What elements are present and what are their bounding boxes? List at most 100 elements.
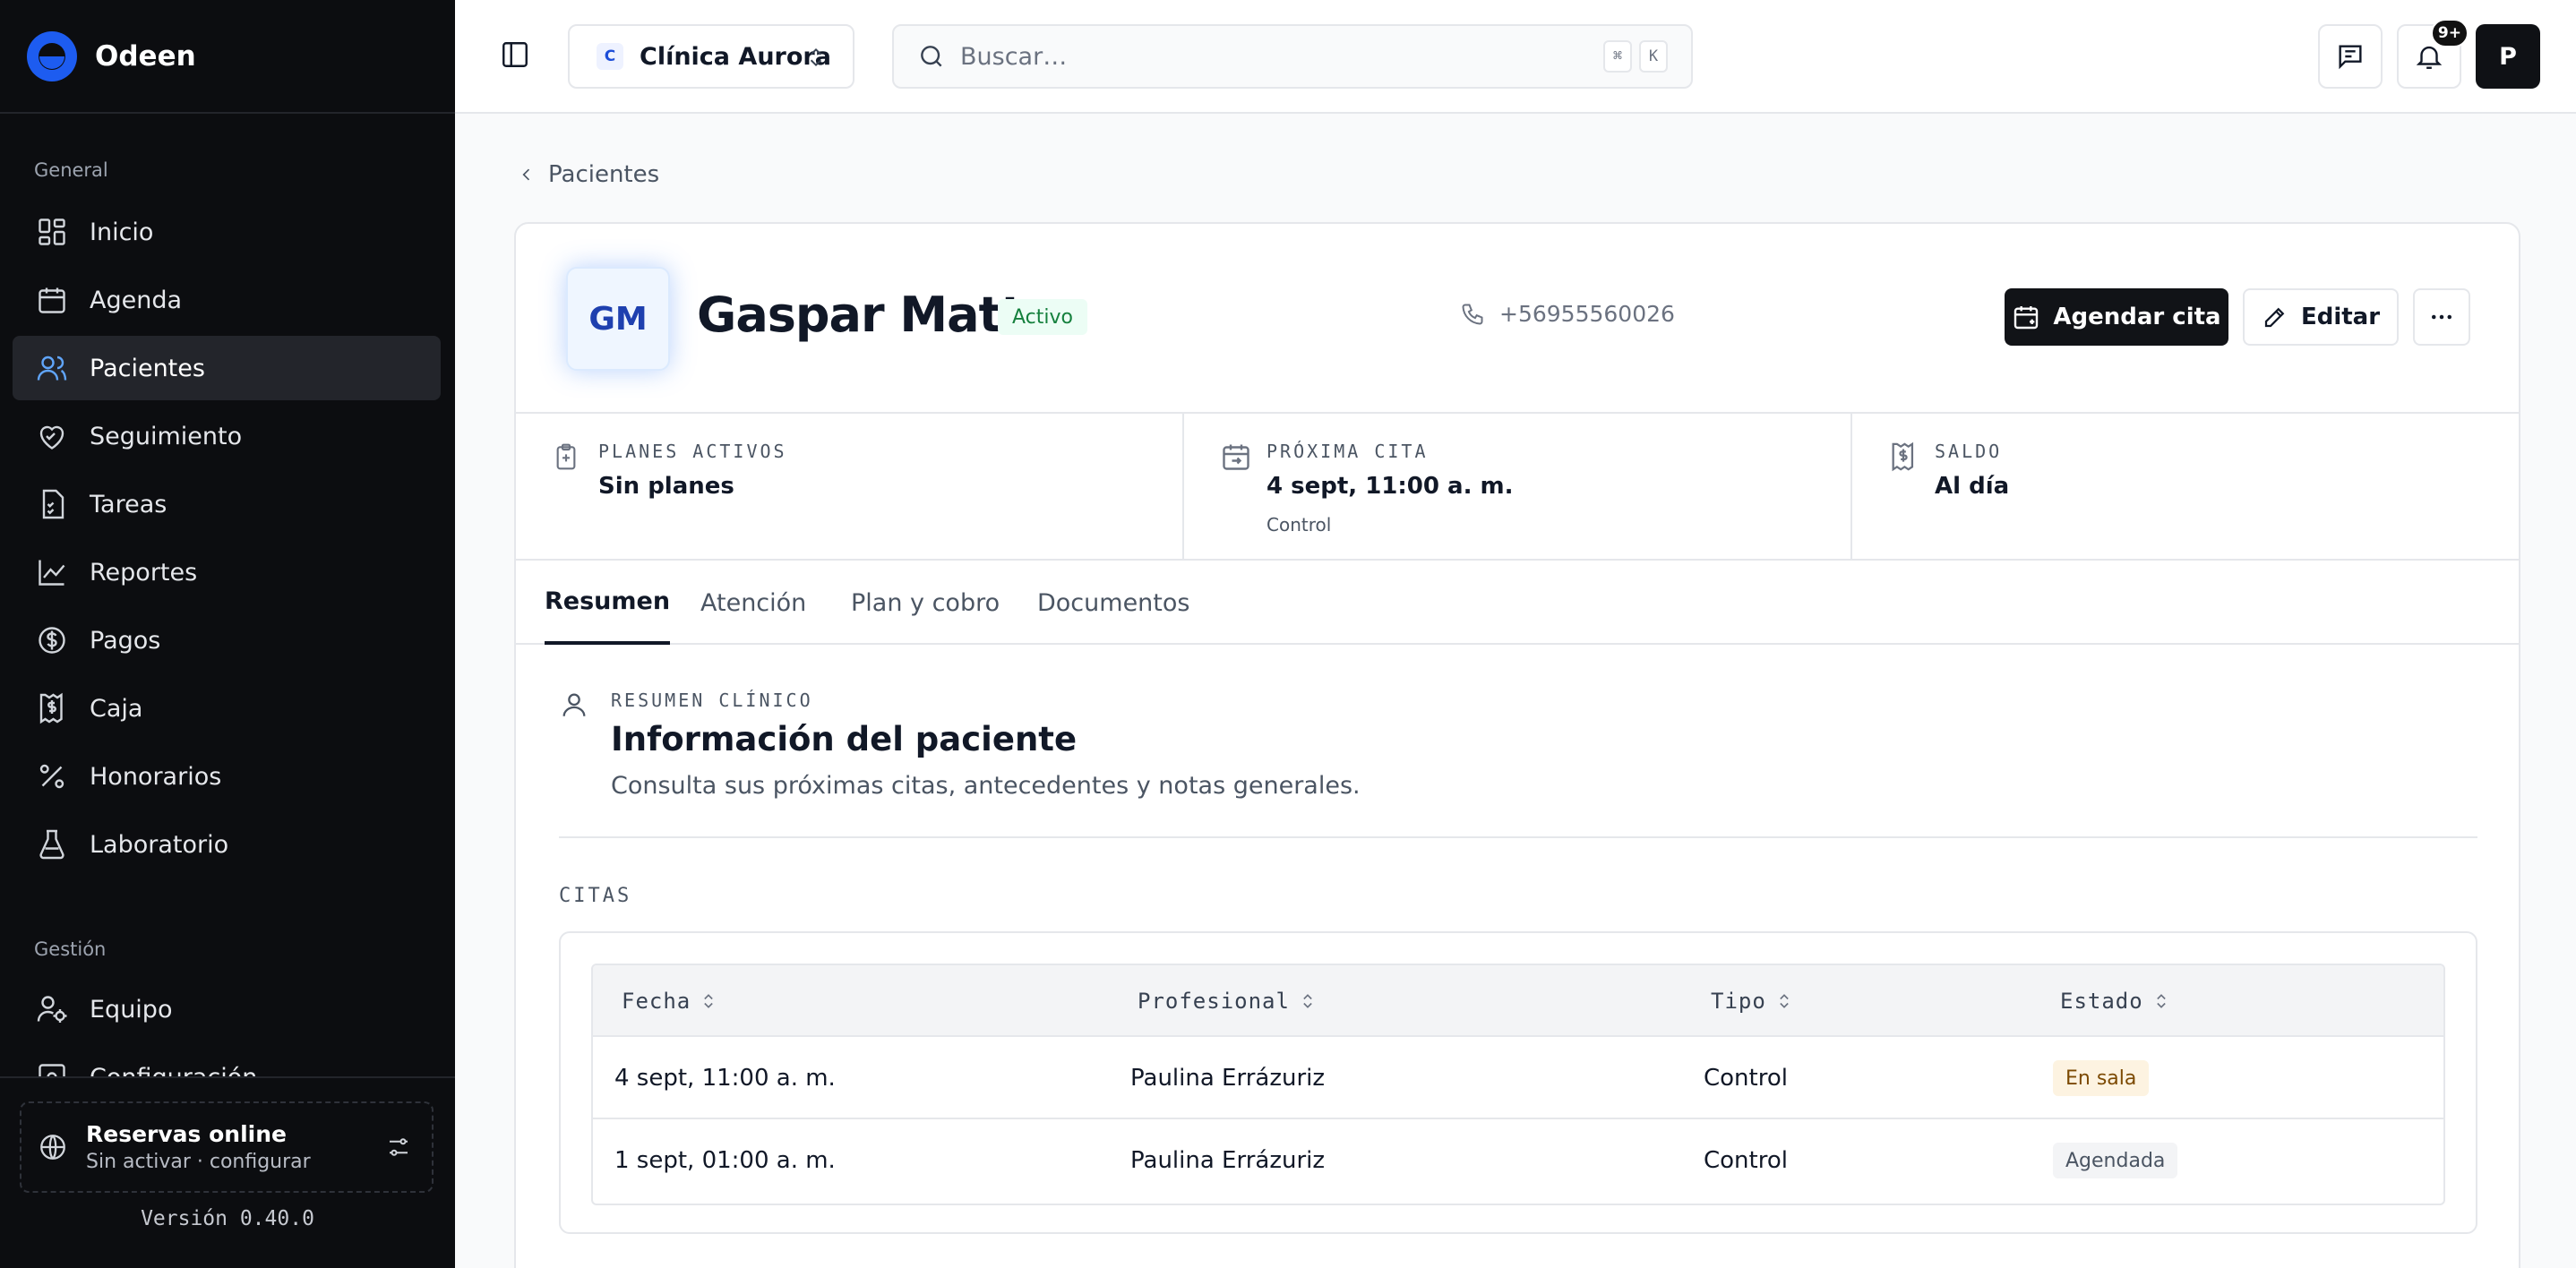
column-label: Profesional [1138, 989, 1290, 1014]
nav-section-gestion: Gestión [34, 938, 107, 960]
percent-icon [36, 760, 68, 792]
sidebar-item-tareas[interactable]: Tareas [13, 472, 441, 536]
notifications-button[interactable]: 9+ [2397, 19, 2469, 89]
cell-fecha: 1 sept, 01:00 a. m. [614, 1147, 836, 1174]
calendar-plus-icon [2014, 306, 2039, 330]
column-header-profesional[interactable]: Profesional [1138, 965, 1317, 1037]
sidebar-item-label: Pacientes [90, 354, 205, 382]
app-version: Versión 0.40.0 [141, 1207, 314, 1230]
column-label: Fecha [622, 989, 691, 1014]
user-icon [562, 693, 586, 716]
stat-active-plans: PLANES ACTIVOS Sin planes [516, 414, 1184, 559]
sidebar-item-pagos[interactable]: Pagos [13, 608, 441, 673]
sliders-icon[interactable] [385, 1134, 412, 1161]
messages-button[interactable] [2318, 24, 2383, 89]
chevron-left-icon [522, 168, 530, 181]
stat-sub: Control [1267, 514, 1332, 535]
search-bar[interactable]: ⌘ K [892, 24, 1693, 89]
sidebar-item-pacientes[interactable]: Pacientes [13, 336, 441, 400]
clinic-selector[interactable]: C Clínica Aurora [568, 24, 854, 89]
tab-atencion[interactable]: Atención [700, 561, 806, 645]
schedule-appointment-button[interactable]: Agendar cita [2005, 288, 2228, 346]
stat-label: PLANES ACTIVOS [598, 441, 787, 462]
patient-stats: PLANES ACTIVOS Sin planes PRÓXIMA CITA 4… [516, 412, 2519, 561]
sidebar-item-honorarios[interactable]: Honorarios [13, 744, 441, 809]
sidebar-item-inicio[interactable]: Inicio [13, 200, 441, 264]
brand[interactable]: Odeen [0, 0, 455, 114]
user-avatar[interactable]: P [2476, 24, 2540, 89]
dashboard-icon [36, 216, 68, 248]
section-divider [559, 836, 2477, 838]
more-horizontal-icon [2432, 314, 2451, 320]
sort-icon [1303, 994, 1312, 1008]
sidebar-item-laboratorio[interactable]: Laboratorio [13, 812, 441, 877]
column-header-estado[interactable]: Estado [2060, 965, 2170, 1037]
sidebar-item-reportes[interactable]: Reportes [13, 540, 441, 604]
odeen-logo-icon [27, 30, 77, 81]
sort-icon [704, 994, 714, 1008]
appointments-panel: Fecha Profesional Tipo Estado 4 sept, 11 [559, 931, 2477, 1234]
sidebar-item-agenda[interactable]: Agenda [13, 268, 441, 332]
dollar-icon [36, 624, 68, 656]
chevrons-up-down-icon [810, 47, 822, 67]
cell-fecha: 4 sept, 11:00 a. m. [614, 1065, 836, 1092]
stat-value: 4 sept, 11:00 a. m. [1267, 473, 1514, 500]
stat-value: Al día [1935, 473, 2010, 500]
sidebar-item-caja[interactable]: Caja [13, 676, 441, 741]
breadcrumb-back-label: Pacientes [548, 161, 660, 188]
sort-icon [1780, 994, 1789, 1008]
summary-description: Consulta sus próximas citas, antecedente… [611, 772, 1361, 800]
topbar: C Clínica Aurora ⌘ K 9+ P [455, 0, 2576, 114]
sidebar-item-equipo[interactable]: Equipo [13, 977, 441, 1041]
sidebar-item-label: Tareas [90, 490, 167, 518]
cell-tipo: Control [1704, 1065, 1788, 1092]
cell-estado: En sala [2053, 1037, 2150, 1119]
patient-avatar: GM [566, 267, 670, 371]
appointments-table: Fecha Profesional Tipo Estado 4 sept, 11 [591, 964, 2445, 1205]
patient-tabs: Resumen Atención Plan y cobro Documentos [516, 561, 2519, 645]
sidebar-item-seguimiento[interactable]: Seguimiento [13, 404, 441, 468]
stat-value: Sin planes [598, 473, 734, 500]
table-row[interactable]: 4 sept, 11:00 a. m. Paulina Errázuriz Co… [593, 1037, 2443, 1119]
sort-icon [2156, 994, 2166, 1008]
table-row[interactable]: 1 sept, 01:00 a. m. Paulina Errázuriz Co… [593, 1119, 2443, 1202]
search-input[interactable] [960, 42, 1498, 71]
shortcut-key-cmd: ⌘ [1603, 40, 1632, 73]
online-booking-card[interactable]: Reservas online Sin activar · configurar [20, 1101, 434, 1193]
notifications-count-badge: 9+ [2430, 19, 2469, 47]
booking-title: Reservas online [86, 1121, 287, 1147]
clinic-badge: C [597, 43, 623, 70]
user-cog-icon [36, 993, 68, 1025]
summary-label: RESUMEN CLÍNICO [611, 690, 813, 711]
stat-label: SALDO [1935, 441, 2003, 462]
column-header-fecha[interactable]: Fecha [622, 965, 717, 1037]
breadcrumb[interactable]: Pacientes [518, 161, 659, 188]
tab-plan-y-cobro[interactable]: Plan y cobro [851, 561, 1000, 645]
sidebar-item-label: Honorarios [90, 762, 222, 791]
more-options-button[interactable] [2413, 288, 2470, 346]
sidebar-toggle-button[interactable] [500, 39, 530, 73]
stat-next-appointment: PRÓXIMA CITA 4 sept, 11:00 a. m. Control [1184, 414, 1852, 559]
heart-icon [36, 420, 68, 452]
users-icon [36, 352, 68, 384]
cash-register-icon [36, 692, 68, 724]
schedule-appointment-label: Agendar cita [2053, 304, 2221, 330]
sidebar-item-label: Reportes [90, 558, 198, 587]
sidebar-footer: Reservas online Sin activar · configurar… [0, 1076, 455, 1268]
sidebar-item-label: Seguimiento [90, 422, 243, 450]
cell-estado: Agendada [2053, 1119, 2178, 1202]
column-label: Estado [2060, 989, 2143, 1014]
edit-button[interactable]: Editar [2243, 288, 2399, 346]
tab-resumen[interactable]: Resumen [545, 561, 671, 645]
message-square-icon [2339, 45, 2362, 70]
clipboard-plus-icon [556, 443, 576, 470]
patient-status-badge: Activo [998, 299, 1087, 335]
tab-documentos[interactable]: Documentos [1037, 561, 1189, 645]
calendar-icon [36, 284, 68, 316]
brand-name: Odeen [95, 39, 196, 73]
patient-phone[interactable]: +56955560026 [1460, 301, 1675, 327]
globe-icon [40, 1135, 65, 1160]
pencil-icon [2264, 307, 2285, 328]
column-header-tipo[interactable]: Tipo [1711, 965, 1793, 1037]
nav-section-general: General [34, 159, 108, 181]
